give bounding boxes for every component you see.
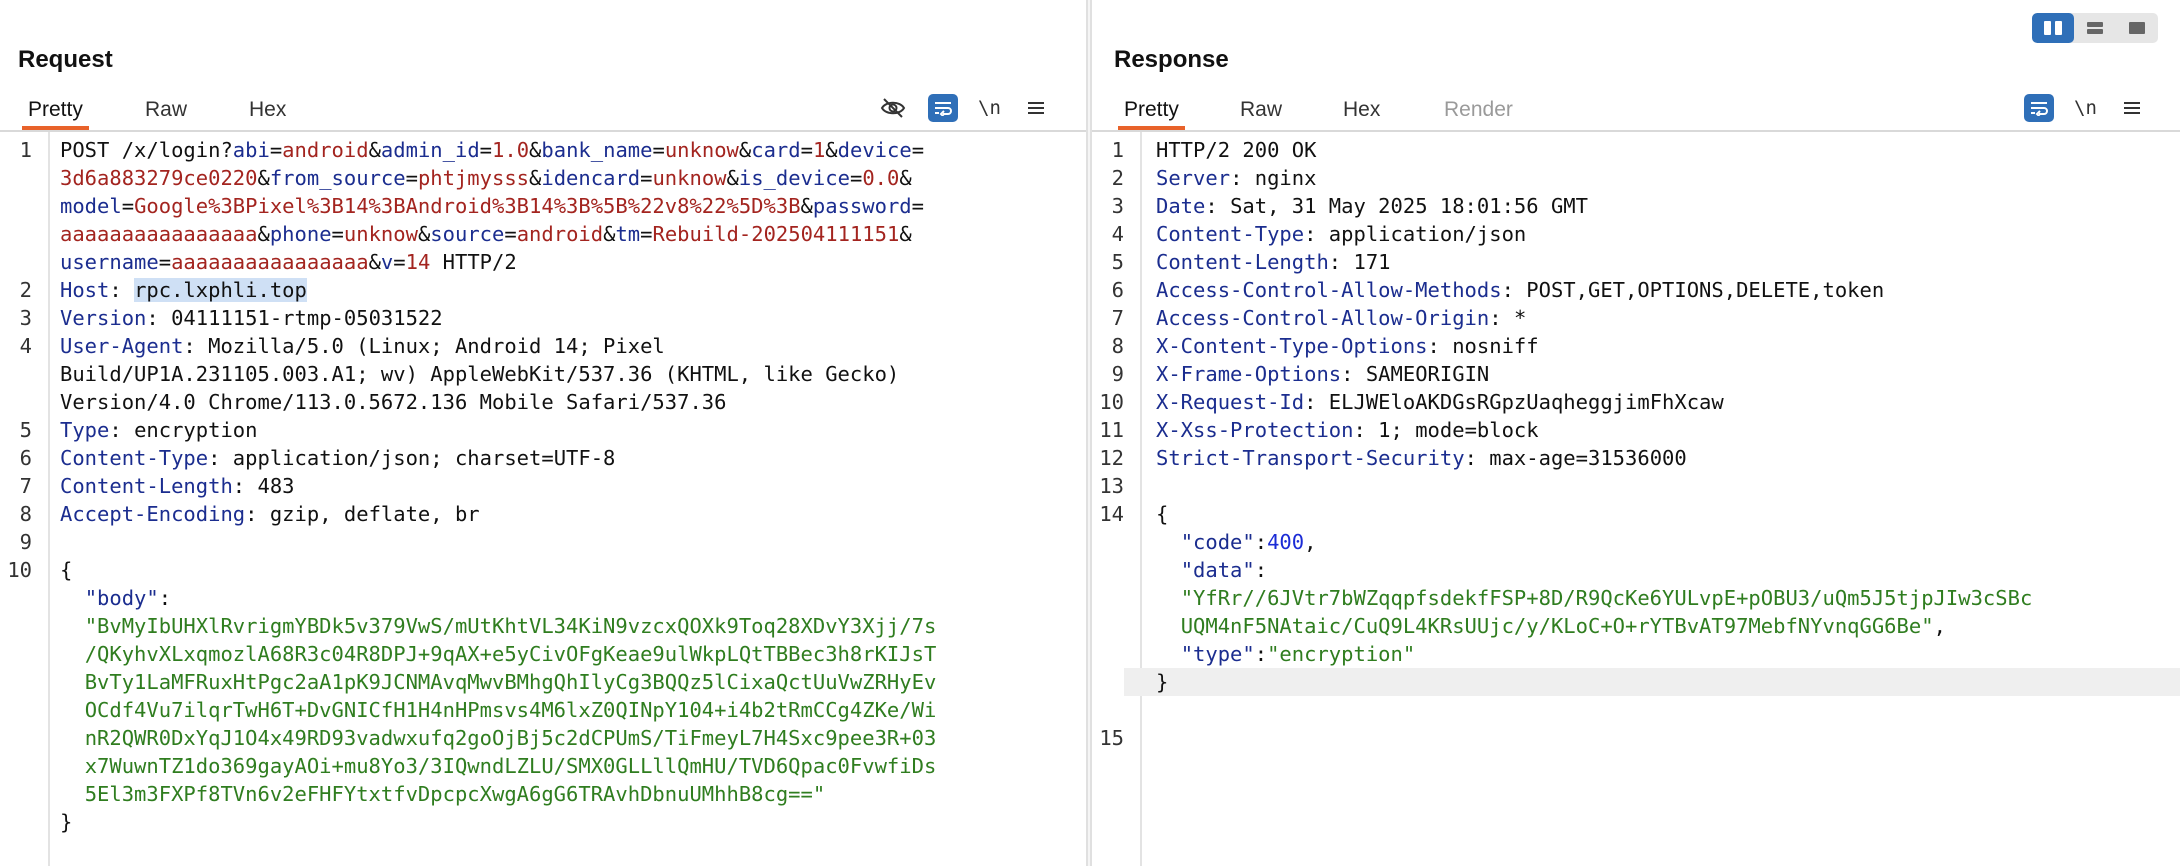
response-body-type: "type":"encryption" (1180, 642, 1416, 666)
eye-off-icon[interactable] (878, 92, 908, 124)
response-tab-pretty[interactable]: Pretty (1118, 96, 1185, 130)
response-header: 8 X-Content-Type-Options: nosniff (1111, 334, 1539, 358)
request-tab-pretty[interactable]: Pretty (22, 96, 89, 130)
response-header: 3 Date: Sat, 31 May 2025 18:01:56 GMT (1111, 194, 1588, 218)
response-header: 4 Content-Type: application/json (1111, 222, 1527, 246)
request-body-key: "body": (84, 586, 172, 610)
request-tab-bar: Pretty Raw Hex \n (0, 90, 1086, 132)
menu-icon[interactable] (2123, 92, 2141, 124)
response-lines: 1 HTTP/2 200 OK 2 Server: nginx 3 Date: Sa… (1092, 136, 2180, 752)
request-body-value: x7WuwnTZ1do369gayAOi+mu8Yo3/3IQwndLZLU/S… (84, 754, 937, 778)
request-body-value: /QKyhvXLxqmozlA68R3c04R8DPJ+9qAX+e5yCivO… (84, 642, 937, 666)
word-wrap-icon[interactable] (928, 94, 958, 122)
request-header-content-type: 6 Content-Type: application/json; charse… (19, 446, 616, 470)
response-pane: Response Pretty Raw Hex Render \n 1 HTTP… (1092, 0, 2180, 866)
request-line-blank: 9 (19, 530, 32, 554)
request-line: Build/UP1A.231105.003.A1; wv) AppleWebKi… (60, 362, 900, 386)
response-header: 2 Server: nginx (1111, 166, 1317, 190)
request-header-host: 2 Host: rpc.lxphli.top (19, 278, 307, 302)
request-line: model=Google%3BPixel%3B14%3BAndroid%3B14… (60, 194, 924, 218)
response-body-close: } (1092, 668, 2180, 696)
request-line: 3d6a883279ce0220&from_source=phtjmysss&i… (60, 166, 912, 190)
response-body-data-key: "data": (1180, 558, 1268, 582)
request-body-value: nR2QWR0DxYqJ1O4x49RD93vadwxufq2goOjBj5c2… (84, 726, 937, 750)
menu-icon[interactable] (1027, 92, 1045, 124)
response-line-blank: 13 (1099, 474, 1124, 498)
response-line-blank (1092, 696, 2180, 724)
request-header-accept-encoding: 8 Accept-Encoding: gzip, deflate, br (19, 502, 480, 526)
word-wrap-icon[interactable] (2024, 94, 2054, 122)
response-header: 5 Content-Length: 171 (1111, 250, 1391, 274)
response-body-data-value: UQM4nF5NAtaic/CuQ9L4KRsUUjc/y/KLoC+O+rYT… (1180, 614, 1946, 638)
response-body-data-value: "YfRr//6JVtr7bWZqqpfsdekfFSP+8D/R9QcKe6Y… (1180, 586, 2033, 610)
request-line: Version/4.0 Chrome/113.0.5672.136 Mobile… (60, 390, 727, 414)
request-tab-hex[interactable]: Hex (243, 96, 292, 128)
response-tab-hex[interactable]: Hex (1337, 96, 1386, 128)
newline-toggle[interactable]: \n (978, 92, 1001, 124)
response-header: 12 Strict-Transport-Security: max-age=315… (1099, 446, 1687, 470)
request-line: aaaaaaaaaaaaaaaa&phone=unknow&source=and… (60, 222, 912, 246)
request-title: Request (18, 46, 113, 73)
request-line: 1 POST /x/login?abi=android&admin_id=1.0… (19, 138, 925, 162)
request-header-version: 3 Version: 04111151-rtmp-05031522 (19, 306, 443, 330)
response-tab-bar: Pretty Raw Hex Render \n (1092, 90, 2180, 132)
request-header-content-length: 7 Content-Length: 483 (19, 474, 295, 498)
request-line: username=aaaaaaaaaaaaaaaa&v=14 HTTP/2 (60, 250, 517, 274)
request-body-value: OCdf4Vu7ilqrTwH6T+DvGNICfH1H4nHPmsvs4M6l… (84, 698, 937, 722)
http-message-viewer: Request Pretty Raw Hex \n 1 POST /x/logi… (0, 0, 2180, 866)
request-lines: 1 POST /x/login?abi=android&admin_id=1.0… (0, 136, 1086, 836)
selected-host-value[interactable]: rpc.lxphli.top (134, 278, 307, 302)
response-header: 10 X-Request-Id: ELJWEloAKDGsRGpzUaqheggj… (1099, 390, 1724, 414)
request-pane: Request Pretty Raw Hex \n 1 POST /x/logi… (0, 0, 1086, 866)
request-tab-raw[interactable]: Raw (139, 96, 193, 128)
response-toolbar: \n (2024, 92, 2141, 124)
request-body-value: BvTy1LaMFRuxHtPgc2aA1pK9JCNMAvqMwvBMhgQh… (84, 670, 937, 694)
response-tab-raw[interactable]: Raw (1234, 96, 1288, 128)
request-toolbar: \n (878, 92, 1045, 124)
response-header: 7 Access-Control-Allow-Origin: * (1111, 306, 1527, 330)
response-header: 11 X-Xss-Protection: 1; mode=block (1099, 418, 1539, 442)
response-status-line: 1 HTTP/2 200 OK (1111, 138, 1317, 162)
newline-toggle[interactable]: \n (2074, 92, 2097, 124)
response-editor[interactable]: 1 HTTP/2 200 OK 2 Server: nginx 3 Date: Sa… (1092, 132, 2180, 866)
request-body-value: "BvMyIbUHXlRvrigmYBDk5v379VwS/mUtKhtVL34… (84, 614, 937, 638)
response-line-last: 15 (1099, 726, 1124, 750)
response-header: 9 X-Frame-Options: SAMEORIGIN (1111, 362, 1490, 386)
request-editor[interactable]: 1 POST /x/login?abi=android&admin_id=1.0… (0, 132, 1086, 866)
request-body-close: } (60, 810, 73, 834)
response-body-code: "code":400, (1180, 530, 1317, 554)
request-header-user-agent: 4 User-Agent: Mozilla/5.0 (Linux; Androi… (19, 334, 665, 358)
response-tab-render[interactable]: Render (1438, 96, 1519, 128)
request-body-value: 5El3m3FXPf8TVn6v2eFHFYtxtfvDpcpcXwgA6gG6… (84, 782, 826, 806)
response-header: 6 Access-Control-Allow-Methods: POST,GET,… (1111, 278, 1885, 302)
request-body-open: 10 { (7, 558, 73, 582)
response-body-open: 14{ (1099, 502, 1169, 526)
request-header-type: 5 Type: encryption (19, 418, 258, 442)
response-title: Response (1114, 46, 1229, 73)
